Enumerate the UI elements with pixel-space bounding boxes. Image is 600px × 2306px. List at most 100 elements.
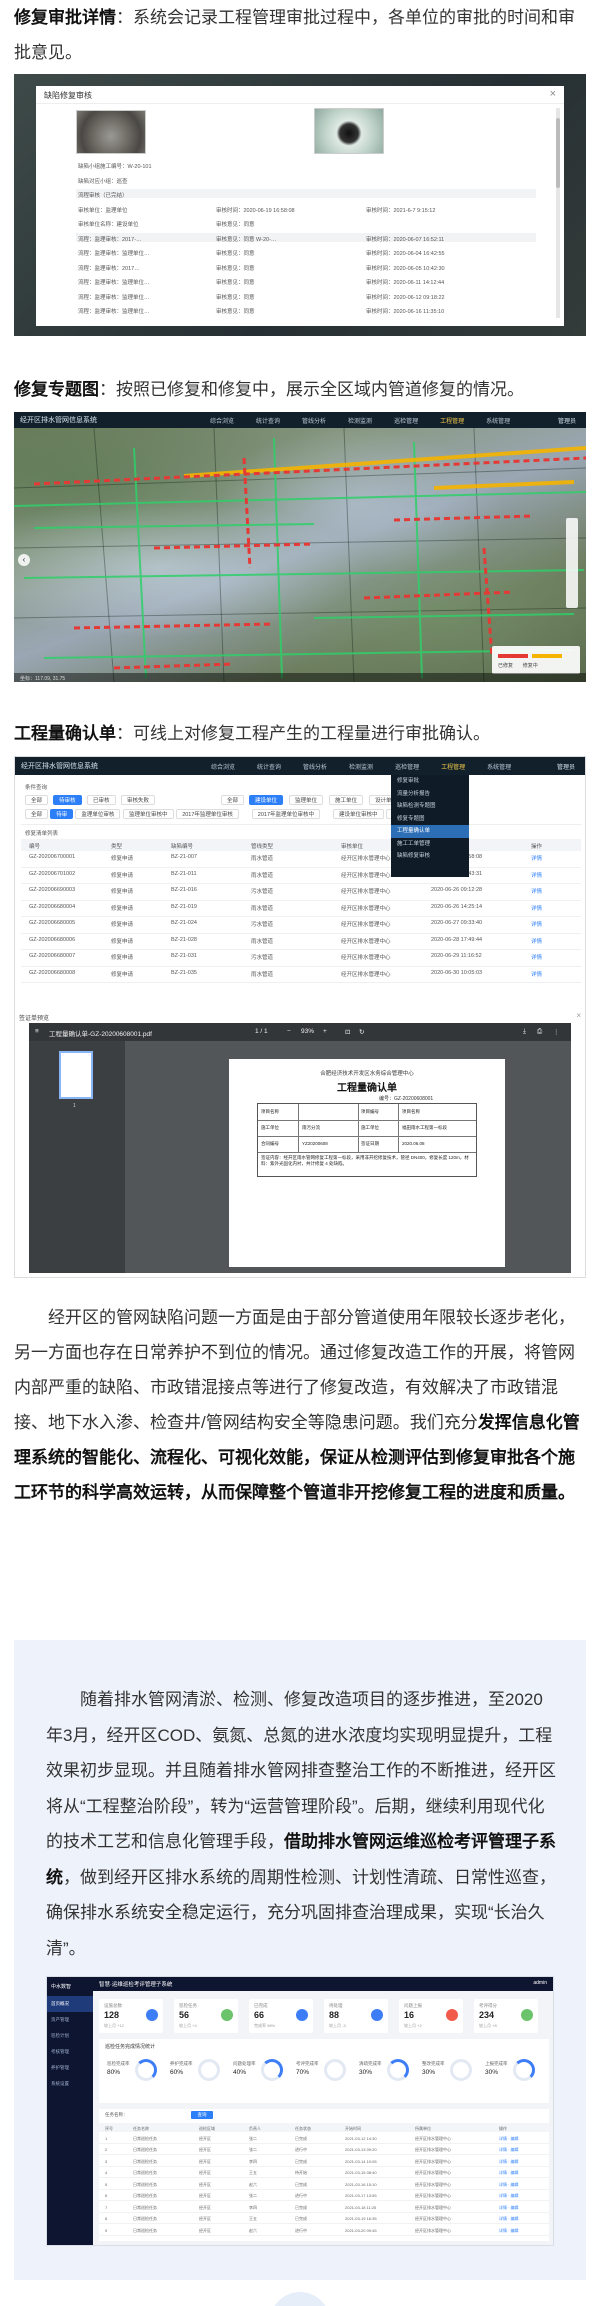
row-actions[interactable]: 详情 · 编辑 — [499, 2228, 519, 2234]
more-options-icon[interactable]: ⋮ — [553, 1028, 560, 1036]
page-thumbnail[interactable] — [59, 1051, 93, 1099]
unit-tab[interactable]: 施工单位 — [329, 795, 364, 805]
status-tab[interactable]: 待审核 — [53, 795, 82, 805]
approval-stage-tab[interactable]: 2017年监理单位审核中 — [251, 809, 321, 819]
detail-link[interactable]: 详情 — [531, 904, 542, 912]
stat-card[interactable]: 已完成 66 完成率 98% — [249, 1999, 313, 2033]
unit-tab[interactable]: 全部 — [221, 795, 245, 805]
nav-item[interactable]: 考核管理 — [47, 2044, 93, 2060]
zoom-out-icon[interactable]: − — [287, 1028, 291, 1035]
unit-tab[interactable]: 监理单位 — [289, 795, 324, 805]
menu-patrol[interactable]: 巡检管理 — [395, 762, 419, 771]
dropdown-item[interactable]: 流量分析报告 — [391, 788, 469, 801]
nav-item[interactable]: 系统设置 — [47, 2076, 93, 2092]
table-row[interactable]: GZ-202006701002 修复申请 BZ-21-011 雨水管道 经开区排水管理中… — [21, 868, 581, 884]
approval-stage-tab[interactable]: 2017年监理单位审核 — [176, 809, 239, 819]
status-tab[interactable]: 已审核 — [87, 795, 116, 805]
close-icon[interactable]: × — [550, 88, 556, 100]
satellite-map[interactable]: ‹ 已修复 修复中 坐标：117.09, 31.75 — [14, 428, 586, 682]
fit-page-icon[interactable]: ⊡ — [345, 1028, 350, 1036]
menu-statistics[interactable]: 统计查询 — [256, 416, 280, 425]
detail-link[interactable]: 详情 — [531, 920, 542, 928]
approval-stage-tab[interactable]: 监理单位审核 — [75, 809, 121, 819]
rotate-icon[interactable]: ↻ — [359, 1028, 364, 1036]
row-actions[interactable]: 详情 · 编辑 — [499, 2182, 519, 2188]
nav-item[interactable]: 养护管理 — [47, 2060, 93, 2076]
zoom-in-icon[interactable]: + — [323, 1028, 327, 1035]
detail-link[interactable]: 详情 — [531, 871, 542, 879]
dropdown-item[interactable]: 工程量确认单 — [391, 825, 469, 838]
status-tab[interactable]: 审核失败 — [121, 795, 156, 805]
status-tab[interactable]: 全部 — [25, 795, 49, 805]
stat-card[interactable]: 待处理 88 较上月 -3 — [324, 1999, 388, 2033]
table-row[interactable]: 9 日常巡检任务 经开区 赵六 进行中 2021-03-20 09:45 经开区排水管理中心… — [99, 2225, 549, 2236]
detail-link[interactable]: 详情 — [531, 970, 542, 978]
row-actions[interactable]: 详情 · 编辑 — [499, 2136, 519, 2142]
approval-stage-tab[interactable]: 监理单位审核中 — [123, 809, 174, 819]
table-row[interactable]: GZ-202006700001 修复申请 BZ-21-007 雨水管道 经开区排水管理中… — [21, 851, 581, 868]
menu-pipe-analysis[interactable]: 管线分析 — [303, 762, 327, 771]
row-actions[interactable]: 详情 · 编辑 — [499, 2159, 519, 2165]
row-actions[interactable]: 详情 · 编辑 — [499, 2216, 519, 2222]
menu-engineering[interactable]: 工程管理 — [440, 416, 464, 425]
pdf-zoom-level[interactable]: 93% — [301, 1028, 314, 1035]
table-row[interactable]: 7 日常巡检任务 经开区 李四 已完成 2021-03-18 11:25 经开区排水管理中心… — [99, 2202, 549, 2213]
stat-card[interactable]: 设施总数 128 较上月 +12 — [99, 1999, 163, 2033]
approval-stage-tab[interactable]: 全部 — [25, 809, 49, 819]
table-row[interactable]: 5 日常巡检任务 经开区 赵六 已完成 2021-03-16 15:10 经开区排水管理中心… — [99, 2179, 549, 2190]
map-toolbar[interactable] — [566, 518, 578, 608]
table-row[interactable]: GZ-202006680008 修复申请 BZ-21-035 雨水管道 经开区排水管理中… — [21, 967, 581, 983]
nav-item[interactable]: 首页概况 — [47, 1996, 93, 2012]
dropdown-item[interactable]: 施工工单管理 — [391, 838, 469, 851]
table-row[interactable]: GZ-202006680004 修复申请 BZ-21-019 雨水管道 经开区排水管理中… — [21, 901, 581, 917]
dashboard-user[interactable]: admin — [533, 1980, 547, 1986]
row-actions[interactable]: 详情 · 编辑 — [499, 2193, 519, 2199]
table-row[interactable]: 6 日常巡检任务 经开区 张二 进行中 2021-03-17 13:55 经开区排水管理中心… — [99, 2191, 549, 2201]
search-button[interactable]: 查询 — [191, 2111, 213, 2119]
table-row[interactable]: 1 日常巡检任务 经开区 张二 已完成 2021-03-12 14:30 经开区排水管理中心… — [99, 2133, 549, 2144]
dropdown-item[interactable]: 修复专题图 — [391, 813, 469, 826]
dropdown-item[interactable]: 修复审批 — [391, 775, 469, 788]
nav-item[interactable]: 巡检计划 — [47, 2028, 93, 2044]
detail-link[interactable]: 详情 — [531, 937, 542, 945]
detail-link[interactable]: 详情 — [531, 887, 542, 895]
menu-overview[interactable]: 综合浏览 — [211, 762, 235, 771]
user-name[interactable]: 管理员 — [557, 762, 575, 771]
download-icon[interactable]: ⤓ — [523, 1028, 526, 1036]
menu-system[interactable]: 系统管理 — [487, 762, 511, 771]
dropdown-item[interactable]: 缺陷检测专题图 — [391, 800, 469, 813]
table-row[interactable]: GZ-202006680005 修复申请 BZ-21-024 污水管道 经开区排水管理中… — [21, 917, 581, 934]
menu-overview[interactable]: 综合浏览 — [210, 416, 234, 425]
user-name[interactable]: 管理员 — [558, 416, 576, 425]
menu-pipe-analysis[interactable]: 管线分析 — [302, 416, 326, 425]
row-actions[interactable]: 详情 · 编辑 — [499, 2147, 519, 2153]
stat-card[interactable]: 问题上报 16 较上月 +2 — [399, 1999, 463, 2033]
menu-system[interactable]: 系统管理 — [486, 416, 510, 425]
chevron-left-icon[interactable]: ‹ — [18, 554, 30, 566]
menu-icon[interactable]: ≡ — [35, 1028, 39, 1035]
print-icon[interactable]: ⎙ — [537, 1028, 542, 1036]
approval-stage-tab[interactable]: 建设单位审核中 — [333, 809, 384, 819]
menu-inspection[interactable]: 检测监测 — [349, 762, 373, 771]
menu-statistics[interactable]: 统计查询 — [257, 762, 281, 771]
detail-link[interactable]: 详情 — [531, 854, 542, 862]
table-row[interactable]: GZ-202006690003 修复申请 BZ-21-016 污水管道 经开区排水管理中… — [21, 884, 581, 901]
stat-card[interactable]: 考评得分 234 较上月 +8 — [474, 1999, 538, 2033]
stat-card[interactable]: 巡检任务 56 较上月 +4 — [174, 1999, 238, 2033]
table-row[interactable]: GZ-202006680007 修复申请 BZ-21-031 污水管道 经开区排水管理中… — [21, 950, 581, 967]
menu-engineering[interactable]: 工程管理 — [441, 762, 465, 771]
close-icon[interactable]: × — [576, 1011, 581, 1020]
dropdown-item[interactable]: 缺陷修复审核 — [391, 850, 469, 863]
row-actions[interactable]: 详情 · 编辑 — [499, 2170, 519, 2176]
dialog-scrollbar[interactable] — [556, 108, 560, 318]
menu-inspection[interactable]: 检测监测 — [348, 416, 372, 425]
unit-tab[interactable]: 建设单位 — [249, 795, 284, 805]
row-actions[interactable]: 详情 · 编辑 — [499, 2205, 519, 2211]
pdf-page-indicator[interactable]: 1 / 1 — [255, 1028, 268, 1035]
menu-patrol[interactable]: 巡检管理 — [394, 416, 418, 425]
approval-stage-tab[interactable]: 待审 — [50, 809, 74, 819]
table-row[interactable]: GZ-202006680006 修复申请 BZ-21-028 雨水管道 经开区排水管理中… — [21, 934, 581, 950]
nav-item[interactable]: 资产管理 — [47, 2012, 93, 2028]
table-row[interactable]: 4 日常巡检任务 经开区 王五 待开始 2021-03-15 08:40 经开区排水管理中心… — [99, 2168, 549, 2178]
table-row[interactable]: 3 日常巡检任务 经开区 李四 已完成 2021-03-14 10:05 经开区排水管理中心… — [99, 2156, 549, 2167]
